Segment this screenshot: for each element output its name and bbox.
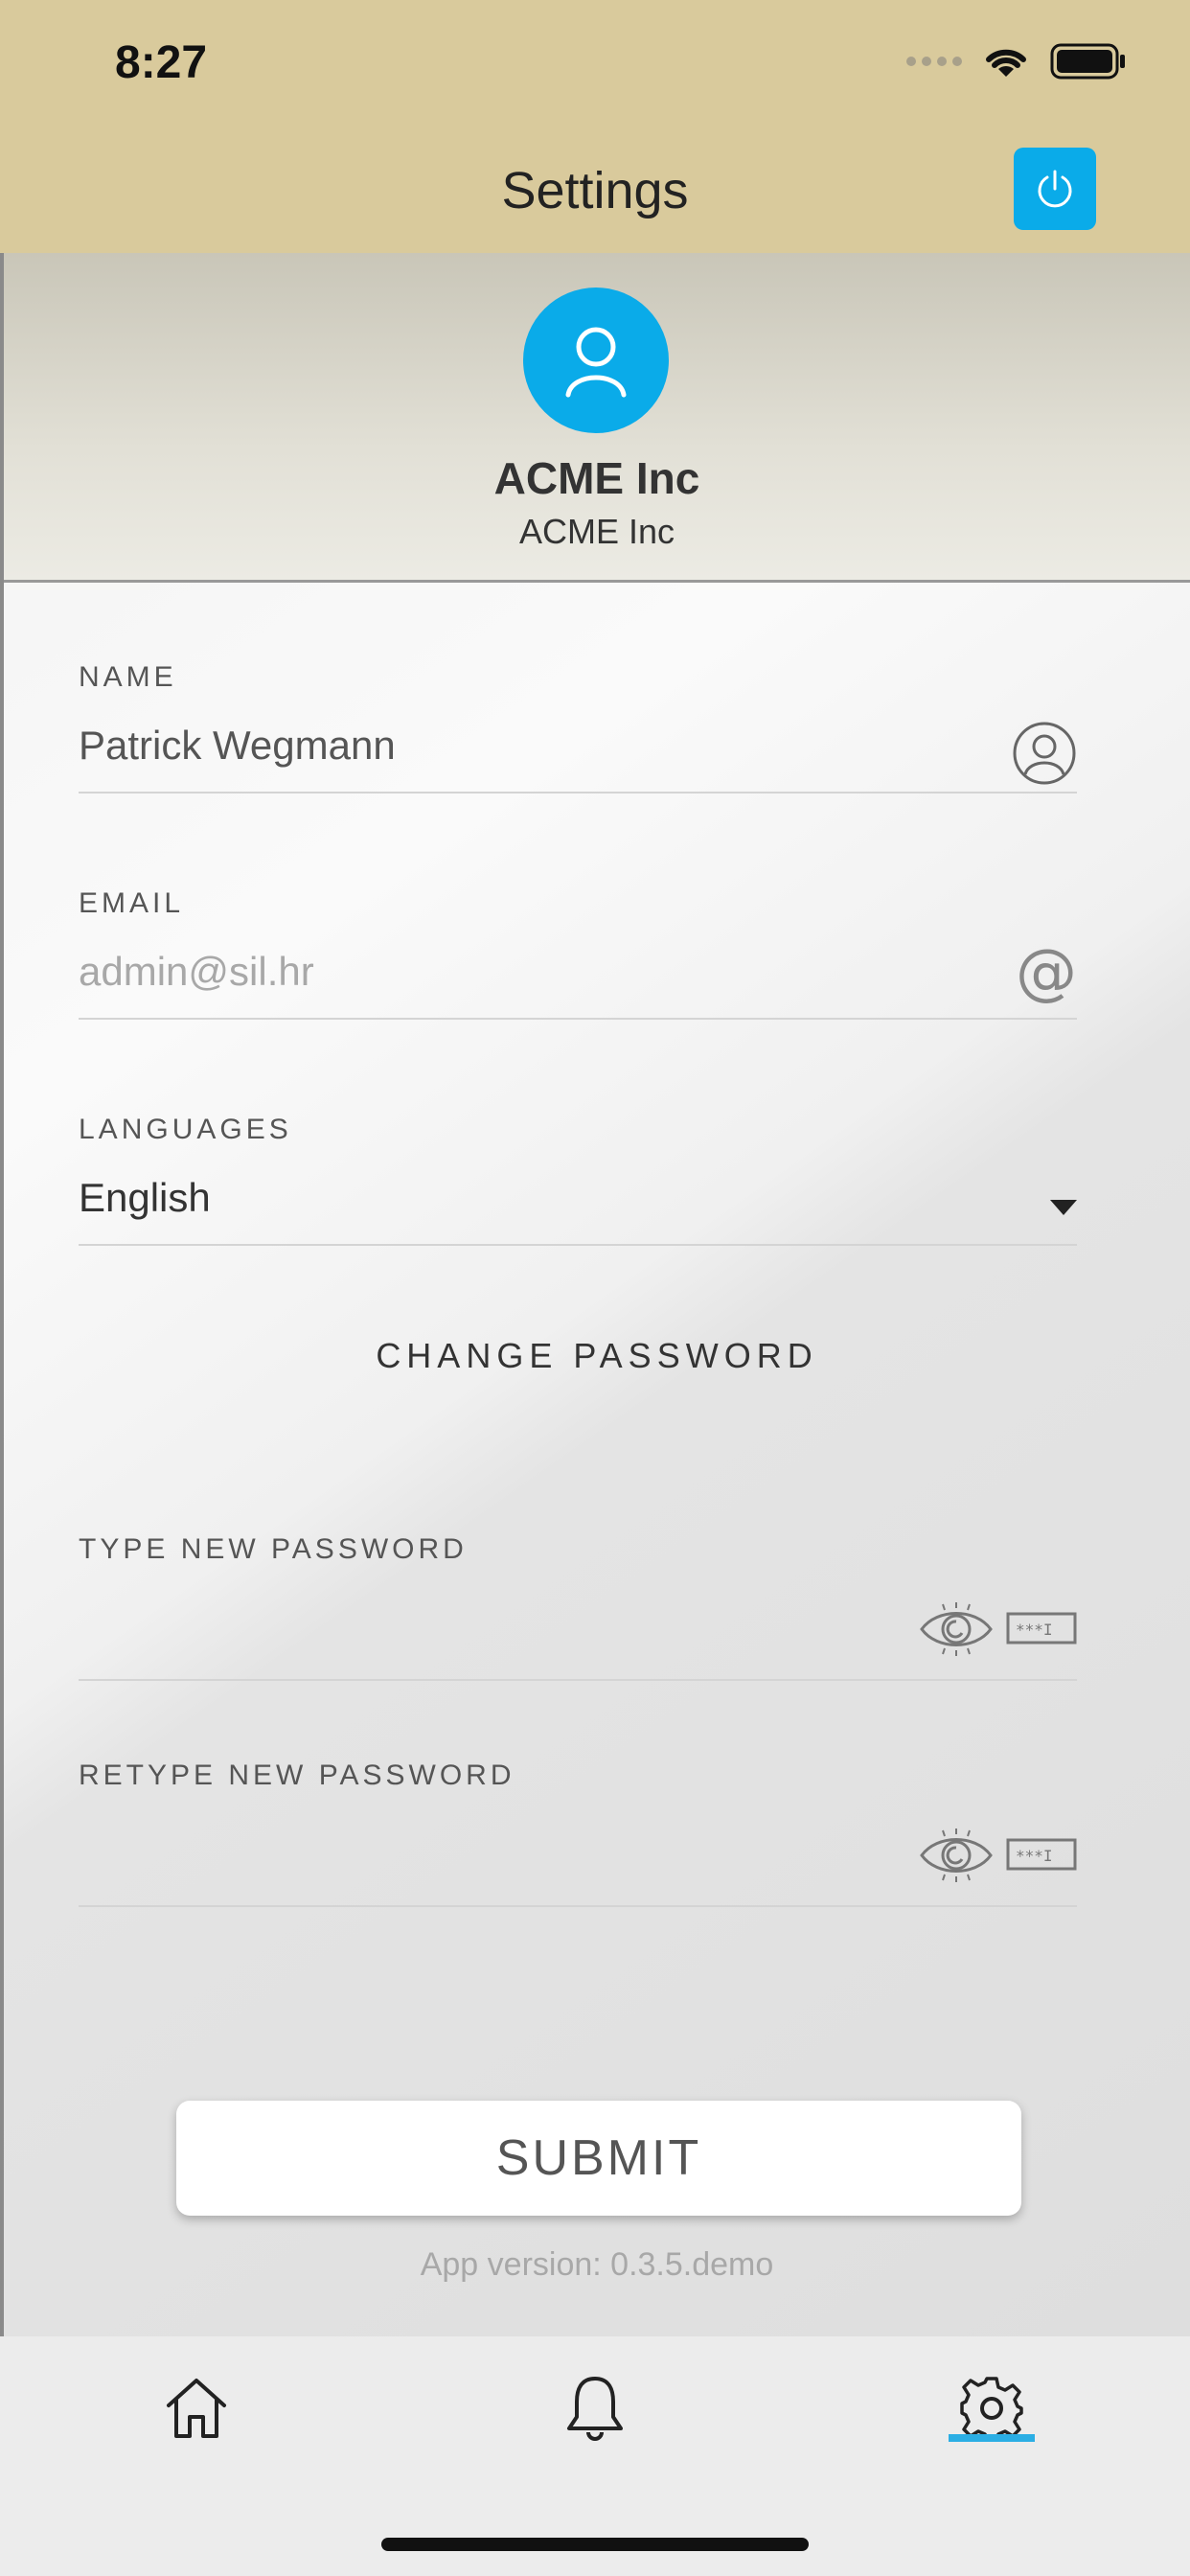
name-field[interactable]: NAME Patrick Wegmann <box>79 661 1077 795</box>
email-field[interactable]: EMAIL admin@sil.hr @ <box>79 887 1077 1022</box>
power-icon <box>1038 170 1072 208</box>
tab-notifications[interactable] <box>542 2365 648 2451</box>
retype-password-field[interactable]: RETYPE NEW PASSWORD ***I <box>79 1760 1077 1907</box>
wifi-icon <box>986 49 1026 77</box>
name-underline <box>79 792 1077 794</box>
home-indicator <box>381 2538 809 2551</box>
home-icon <box>167 2379 226 2438</box>
user-icon <box>565 327 627 398</box>
battery-icon <box>1050 43 1125 80</box>
languages-underline <box>79 1244 1077 1246</box>
logout-button[interactable] <box>1014 148 1096 230</box>
svg-text:***I: ***I <box>1016 1621 1053 1639</box>
company-subtitle: ACME Inc <box>518 512 675 551</box>
nav-bar: Settings <box>0 134 1190 253</box>
bell-icon <box>567 2377 623 2441</box>
languages-label: LANGUAGES <box>79 1114 292 1145</box>
page-title: Settings <box>501 162 689 219</box>
status-icons <box>906 42 1127 80</box>
change-password-heading: CHANGE PASSWORD <box>376 1336 818 1375</box>
active-tab-indicator <box>949 2434 1035 2442</box>
avatar[interactable] <box>523 288 669 433</box>
profile-header: ACME Inc ACME Inc <box>4 253 1190 583</box>
caret-down-icon[interactable] <box>1050 1200 1077 1215</box>
status-bar: 8:27 <box>0 0 1190 134</box>
company-name: ACME Inc <box>493 453 700 503</box>
eye-icon[interactable] <box>918 1600 995 1658</box>
name-value[interactable]: Patrick Wegmann <box>79 723 396 769</box>
languages-select[interactable]: LANGUAGES English <box>79 1114 1077 1248</box>
languages-value[interactable]: English <box>79 1175 211 1221</box>
new-password-label: TYPE NEW PASSWORD <box>79 1533 468 1565</box>
retype-password-label: RETYPE NEW PASSWORD <box>79 1760 515 1791</box>
at-icon: @ <box>1016 937 1077 1008</box>
password-mask-icon[interactable]: ***I <box>1006 1838 1077 1871</box>
eye-icon[interactable] <box>918 1827 995 1884</box>
cellular-signal-icon <box>906 57 962 66</box>
name-label: NAME <box>79 661 177 693</box>
password-mask-icon[interactable]: ***I <box>1006 1612 1077 1644</box>
new-password-field[interactable]: TYPE NEW PASSWORD ***I <box>79 1533 1077 1681</box>
app-version: App version: 0.3.5.demo <box>420 2246 774 2283</box>
email-label: EMAIL <box>79 887 185 919</box>
new-password-underline <box>79 1679 1077 1681</box>
settings-content: ACME Inc ACME Inc NAME Patrick Wegmann E… <box>0 253 1190 2336</box>
email-underline <box>79 1018 1077 1020</box>
user-circle-icon <box>1013 722 1076 785</box>
gear-icon <box>960 2377 1023 2440</box>
status-time: 8:27 <box>115 37 208 88</box>
tab-home[interactable] <box>144 2365 249 2451</box>
retype-password-underline <box>79 1905 1077 1907</box>
email-input[interactable]: admin@sil.hr <box>79 949 314 995</box>
svg-text:***I: ***I <box>1016 1847 1053 1865</box>
submit-button[interactable]: SUBMIT <box>176 2101 1021 2216</box>
